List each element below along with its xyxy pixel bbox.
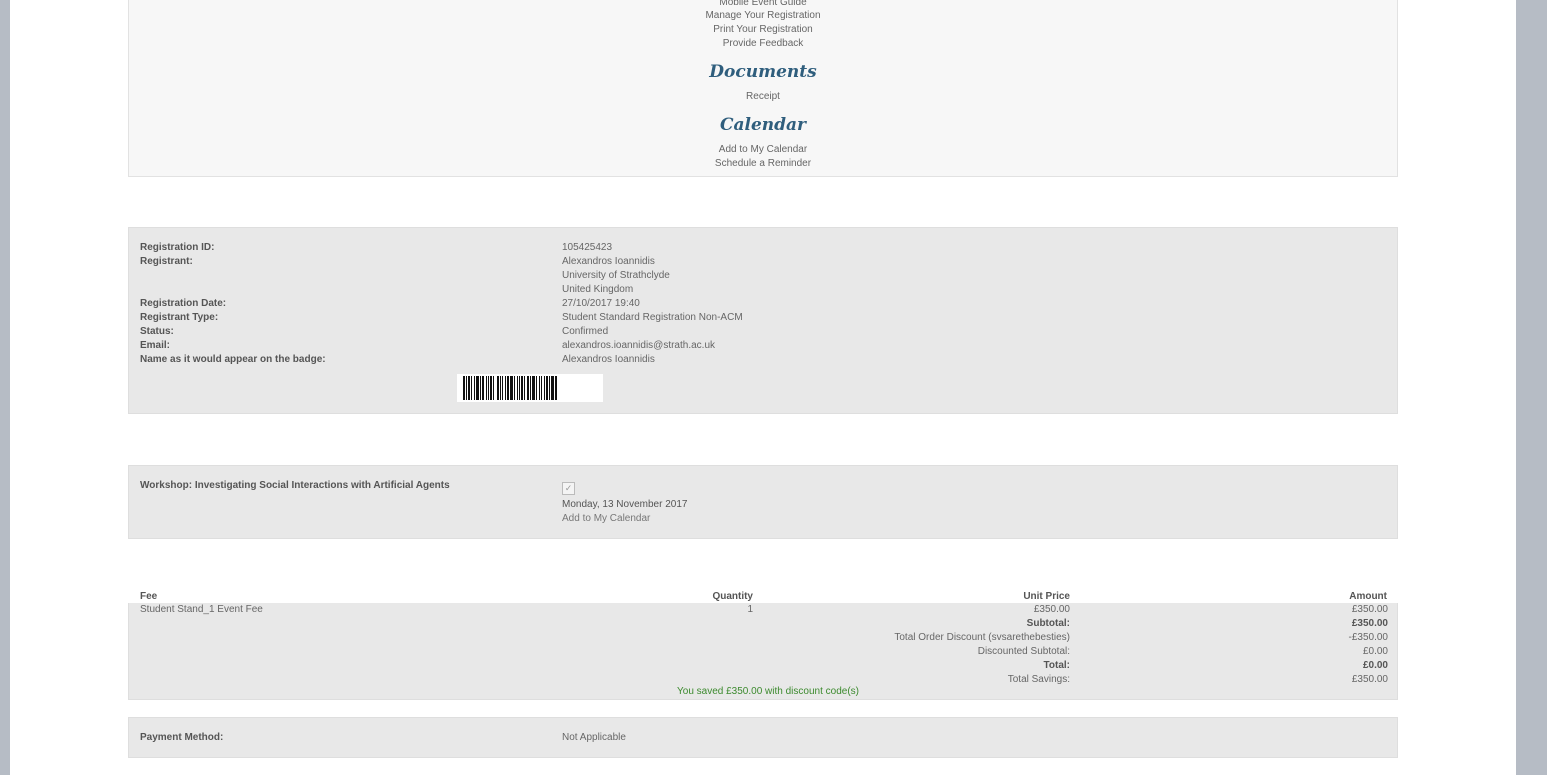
status-value: Confirmed	[562, 326, 609, 337]
check-icon: ✓	[564, 483, 573, 493]
registration-id-label: Registration ID:	[140, 242, 215, 253]
payment-method-label: Payment Method:	[140, 732, 224, 743]
workshop-label: Workshop: Investigating Social Interacti…	[140, 480, 450, 491]
fee-header: Fee	[140, 591, 158, 602]
documents-heading: Documents	[709, 62, 817, 82]
provide-feedback-link[interactable]: Provide Feedback	[129, 37, 1397, 51]
badge-name-label: Name as it would appear on the badge:	[140, 354, 326, 365]
registration-details: Registration ID: 105425423 Registrant: A…	[128, 227, 1398, 414]
registrant-organization: University of Strathclyde	[562, 270, 670, 281]
discount-value: -£350.00	[1348, 632, 1388, 643]
page: Mobile Event Guide Manage Your Registrat…	[10, 0, 1516, 775]
workshop-add-to-calendar-link[interactable]: Add to My Calendar	[562, 512, 650, 526]
manage-registration-link[interactable]: Manage Your Registration	[129, 9, 1397, 23]
fee-item-amount: £350.00	[1351, 604, 1388, 615]
add-to-calendar-link[interactable]: Add to My Calendar	[129, 143, 1397, 157]
registration-id-value: 105425423	[562, 242, 613, 253]
badge-name-value: Alexandros Ioannidis	[562, 354, 655, 365]
payment-section: Payment Method: Not Applicable	[128, 717, 1398, 758]
email-value: alexandros.ioannidis@strath.ac.uk	[562, 340, 716, 351]
registrant-type-label: Registrant Type:	[140, 312, 219, 323]
barcode-image	[457, 374, 603, 402]
total-savings-label: Total Savings:	[1007, 674, 1070, 685]
registration-links-panel: Mobile Event Guide Manage Your Registrat…	[128, 0, 1398, 177]
barcode-graphic	[463, 376, 557, 400]
registrant-country: United Kingdom	[562, 284, 634, 295]
registrant-label: Registrant:	[140, 256, 193, 267]
calendar-heading: Calendar	[719, 115, 807, 135]
registration-date-label: Registration Date:	[140, 298, 227, 309]
discounted-subtotal-value: £0.00	[1362, 646, 1388, 657]
amount-header: Amount	[1349, 591, 1387, 602]
subtotal-value: £350.00	[1351, 618, 1388, 629]
quantity-header: Quantity	[712, 591, 753, 602]
workshop-date: Monday, 13 November 2017	[562, 499, 688, 510]
total-label: Total:	[1043, 660, 1070, 671]
registrant-name: Alexandros Ioannidis	[562, 256, 655, 267]
email-label: Email:	[140, 340, 171, 351]
subtotal-label: Subtotal:	[1026, 618, 1070, 629]
total-value: £0.00	[1362, 660, 1388, 671]
unit-price-header: Unit Price	[1023, 591, 1070, 602]
fee-item-quantity: 1	[747, 604, 753, 615]
status-label: Status:	[140, 326, 174, 337]
total-savings-value: £350.00	[1351, 674, 1388, 685]
discounted-subtotal-label: Discounted Subtotal:	[977, 646, 1070, 657]
fee-item-name: Student Stand_1 Event Fee	[140, 604, 263, 615]
fee-item-unit-price: £350.00	[1033, 604, 1070, 615]
registration-date-value: 27/10/2017 19:40	[562, 298, 640, 309]
schedule-reminder-link[interactable]: Schedule a Reminder	[129, 157, 1397, 171]
workshop-section: Workshop: Investigating Social Interacti…	[128, 465, 1398, 539]
print-registration-link[interactable]: Print Your Registration	[129, 23, 1397, 37]
discount-label: Total Order Discount (svsarethebesties)	[894, 632, 1070, 643]
registrant-type-value: Student Standard Registration Non-ACM	[562, 312, 743, 323]
payment-method-value: Not Applicable	[562, 732, 626, 743]
discount-saved-message: You saved £350.00 with discount code(s)	[677, 686, 859, 697]
fee-table: Student Stand_1 Event Fee 1 £350.00 £350…	[128, 603, 1398, 700]
receipt-link[interactable]: Receipt	[129, 90, 1397, 104]
workshop-checkbox[interactable]: ✓	[562, 482, 575, 495]
